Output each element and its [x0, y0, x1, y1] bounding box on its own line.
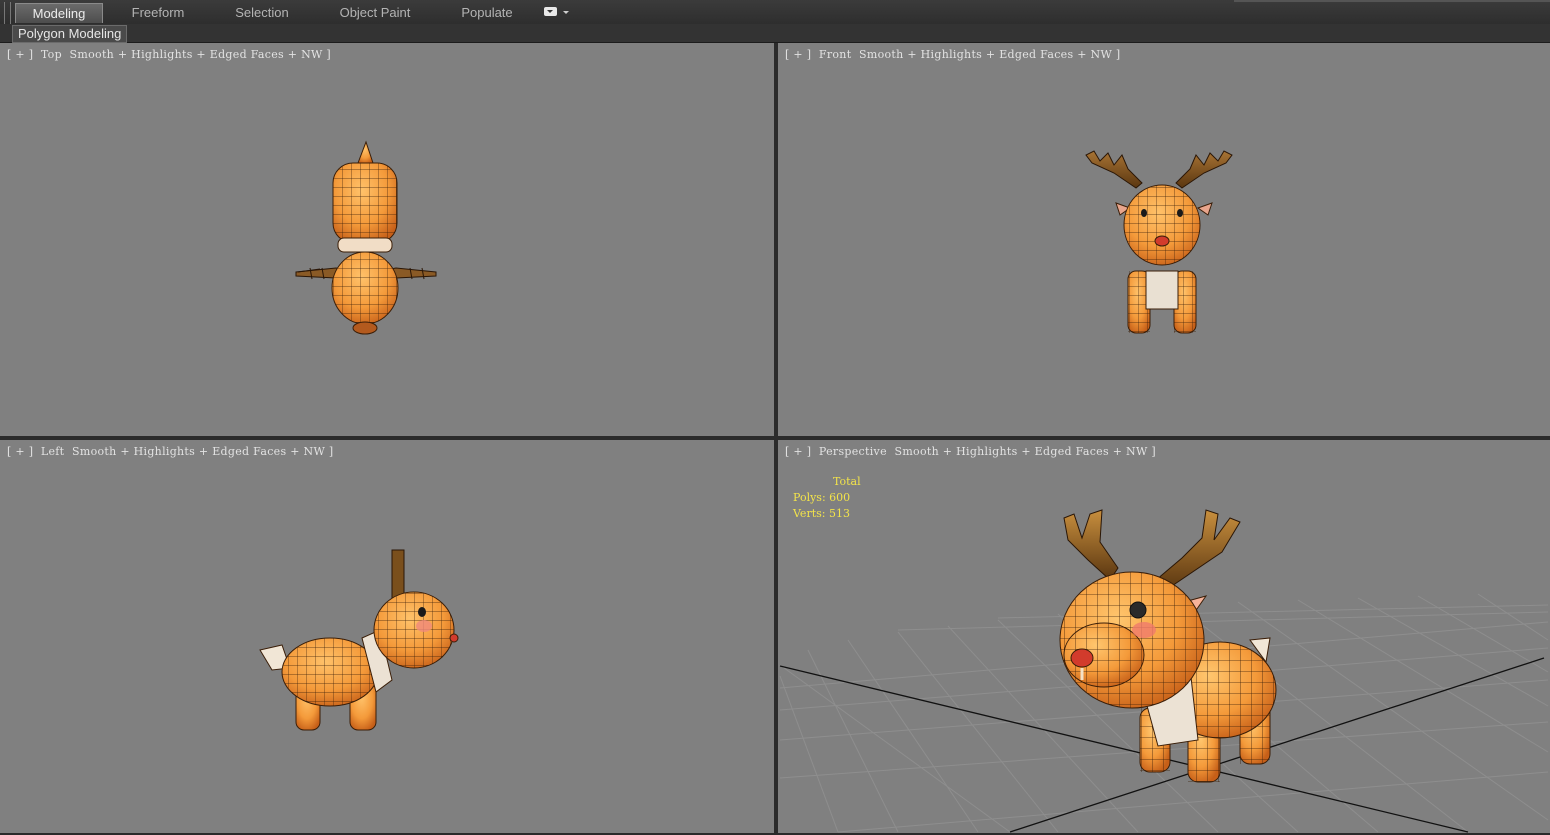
ribbon: Modeling Freeform Selection Object Paint…	[0, 0, 1550, 40]
deer-model-front-view	[1085, 150, 1233, 334]
viewport-perspective[interactable]: [ + ] Perspective Smooth + Highlights + …	[778, 440, 1550, 833]
tab-freeform[interactable]: Freeform	[116, 3, 200, 22]
viewport-shading-button[interactable]: Smooth + Highlights + Edged Faces + NW ]	[894, 445, 1155, 458]
chevron-down-icon	[563, 11, 569, 14]
ribbon-options-button[interactable]	[544, 5, 570, 19]
tab-selection[interactable]: Selection	[220, 3, 304, 22]
viewport-front[interactable]: [ + ] Front Smooth + Highlights + Edged …	[778, 43, 1550, 436]
deer-model-left-view	[259, 549, 459, 731]
tab-modeling[interactable]: Modeling	[15, 3, 103, 23]
deer-model-top-view	[295, 140, 437, 335]
stats-polys: Polys: 600	[793, 491, 851, 504]
ribbon-divider	[1234, 0, 1550, 2]
viewport-menu-button[interactable]: [ + ]	[785, 445, 811, 458]
viewport-label: [ + ] Perspective Smooth + Highlights + …	[785, 445, 1156, 458]
deer-model-perspective-view	[779, 509, 1549, 833]
tab-populate[interactable]: Populate	[448, 3, 526, 22]
statistics-overlay: Total Polys: 600 Verts: 513	[793, 474, 861, 522]
ribbon-options-icon	[544, 7, 557, 16]
stats-total-label: Total	[833, 475, 861, 488]
viewport-left[interactable]: [ + ] Left Smooth + Highlights + Edged F…	[0, 440, 774, 833]
polygon-modeling-panel-button[interactable]: Polygon Modeling	[12, 25, 128, 43]
subribbon: Polygon Modeling	[0, 24, 1550, 43]
tab-object-paint[interactable]: Object Paint	[330, 3, 420, 22]
stats-verts: Verts: 513	[793, 507, 850, 520]
viewport-top[interactable]: [ + ] Top Smooth + Highlights + Edged Fa…	[0, 43, 774, 436]
viewport-pov-button[interactable]: Perspective	[819, 445, 887, 458]
